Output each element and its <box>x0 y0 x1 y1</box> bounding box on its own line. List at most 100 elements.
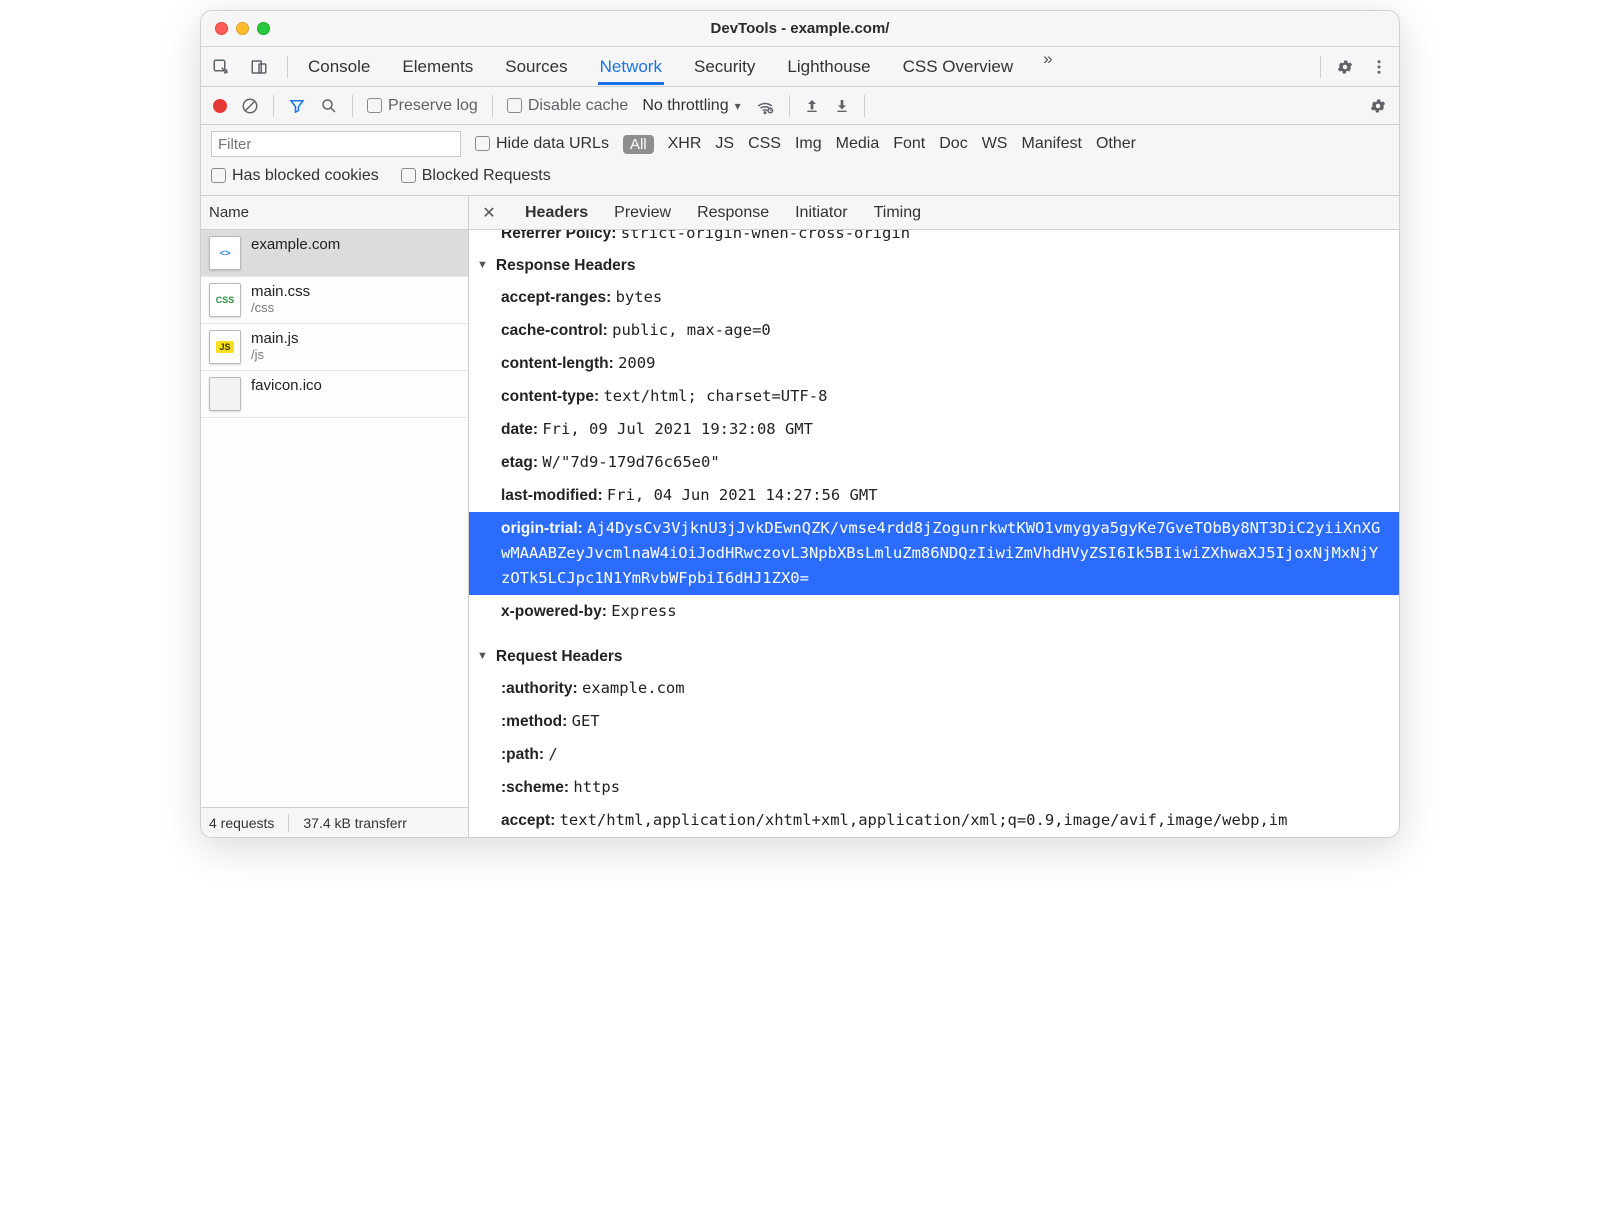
more-tabs-icon[interactable]: » <box>1043 49 1052 85</box>
filter-type-all[interactable]: All <box>623 135 654 154</box>
header-row[interactable]: content-type: text/html; charset=UTF-8 <box>469 380 1399 413</box>
header-row[interactable]: accept: text/html,application/xhtml+xml,… <box>469 804 1399 837</box>
blocked-requests-checkbox[interactable]: Blocked Requests <box>401 167 551 185</box>
script-icon: JS <box>209 330 241 364</box>
download-har-icon[interactable] <box>834 98 850 114</box>
filter-type-css[interactable]: CSS <box>748 135 781 153</box>
request-row[interactable]: CSS main.css /css <box>201 277 468 324</box>
separator <box>789 95 790 117</box>
filter-type-xhr[interactable]: XHR <box>668 135 702 153</box>
filter-type-ws[interactable]: WS <box>982 135 1008 153</box>
filter-type-doc[interactable]: Doc <box>939 135 967 153</box>
panel-tabs: Console Elements Sources Network Securit… <box>306 49 1053 85</box>
request-list-pane: Name <> example.com CSS main.css /css JS <box>201 196 469 837</box>
separator <box>492 95 493 117</box>
filter-type-other[interactable]: Other <box>1096 135 1136 153</box>
device-toggle-icon[interactable] <box>249 57 269 77</box>
request-list: <> example.com CSS main.css /css JS main… <box>201 230 468 807</box>
tab-elements[interactable]: Elements <box>400 49 475 85</box>
detail-tab-initiator[interactable]: Initiator <box>795 198 847 228</box>
clear-icon[interactable] <box>241 97 259 115</box>
has-blocked-cookies-checkbox[interactable]: Has blocked cookies <box>211 167 379 185</box>
tab-lighthouse[interactable]: Lighthouse <box>785 49 872 85</box>
window-title: DevTools - example.com/ <box>201 20 1399 37</box>
filter-type-media[interactable]: Media <box>836 135 880 153</box>
record-button[interactable] <box>213 99 227 113</box>
response-headers-label: Response Headers <box>496 257 636 275</box>
tab-sources[interactable]: Sources <box>503 49 569 85</box>
separator <box>864 95 865 117</box>
request-name: main.css <box>251 283 310 300</box>
detail-tab-headers[interactable]: Headers <box>525 198 588 228</box>
stylesheet-icon: CSS <box>209 283 241 317</box>
network-toolbar: Preserve log Disable cache No throttling <box>201 87 1399 125</box>
search-icon[interactable] <box>320 97 338 115</box>
separator <box>1320 56 1321 78</box>
request-name: favicon.ico <box>251 377 322 394</box>
hide-data-urls-checkbox[interactable]: Hide data URLs <box>475 135 609 153</box>
request-name: example.com <box>251 236 340 253</box>
kebab-menu-icon[interactable] <box>1369 57 1389 77</box>
has-blocked-cookies-label: Has blocked cookies <box>232 167 379 184</box>
inspect-icon[interactable] <box>211 57 231 77</box>
status-requests: 4 requests <box>209 815 274 831</box>
header-row[interactable]: :method: GET <box>469 705 1399 738</box>
request-row[interactable]: favicon.ico <box>201 371 468 418</box>
tab-network[interactable]: Network <box>598 49 664 85</box>
blocked-requests-label: Blocked Requests <box>422 167 551 184</box>
separator <box>288 814 289 832</box>
header-row[interactable]: x-powered-by: Express <box>469 595 1399 628</box>
request-headers-label: Request Headers <box>496 648 623 666</box>
tab-console[interactable]: Console <box>306 49 372 85</box>
throttling-value: No throttling <box>642 97 728 115</box>
preserve-log-checkbox[interactable]: Preserve log <box>367 97 478 115</box>
file-icon <box>209 377 241 411</box>
disable-cache-checkbox[interactable]: Disable cache <box>507 97 629 115</box>
column-header-name[interactable]: Name <box>201 196 468 230</box>
header-row[interactable]: cache-control: public, max-age=0 <box>469 314 1399 347</box>
titlebar: DevTools - example.com/ <box>201 11 1399 47</box>
response-headers-section[interactable]: Response Headers <box>469 251 1399 281</box>
header-row[interactable]: :scheme: https <box>469 771 1399 804</box>
main-split: Name <> example.com CSS main.css /css JS <box>201 196 1399 837</box>
headers-panel[interactable]: Referrer Policy: strict-origin-when-cros… <box>469 230 1399 837</box>
header-row[interactable]: date: Fri, 09 Jul 2021 19:32:08 GMT <box>469 413 1399 446</box>
upload-har-icon[interactable] <box>804 98 820 114</box>
detail-tabs: ✕ Headers Preview Response Initiator Tim… <box>469 196 1399 230</box>
header-row[interactable]: etag: W/"7d9-179d76c65e0" <box>469 446 1399 479</box>
header-row[interactable]: :path: / <box>469 738 1399 771</box>
network-conditions-icon[interactable] <box>755 97 775 115</box>
tab-css-overview[interactable]: CSS Overview <box>901 49 1016 85</box>
header-row[interactable]: origin-trial: Aj4DysCv3VjknU3jJvkDEwnQZK… <box>469 512 1399 595</box>
filter-type-img[interactable]: Img <box>795 135 822 153</box>
tab-security[interactable]: Security <box>692 49 757 85</box>
detail-pane: ✕ Headers Preview Response Initiator Tim… <box>469 196 1399 837</box>
separator <box>352 95 353 117</box>
header-row[interactable]: accept-ranges: bytes <box>469 281 1399 314</box>
close-detail-icon[interactable]: ✕ <box>479 203 499 223</box>
filter-type-manifest[interactable]: Manifest <box>1021 135 1081 153</box>
request-name: main.js <box>251 330 299 347</box>
disable-cache-label: Disable cache <box>528 97 629 114</box>
filter-icon[interactable] <box>288 97 306 115</box>
detail-tab-timing[interactable]: Timing <box>874 198 921 228</box>
request-row[interactable]: <> example.com <box>201 230 468 277</box>
gear-icon[interactable] <box>1335 57 1355 77</box>
request-row[interactable]: JS main.js /js <box>201 324 468 371</box>
detail-tab-preview[interactable]: Preview <box>614 198 671 228</box>
throttling-dropdown[interactable]: No throttling <box>642 97 740 115</box>
filter-input[interactable] <box>211 131 461 157</box>
filter-type-font[interactable]: Font <box>893 135 925 153</box>
header-row[interactable]: content-length: 2009 <box>469 347 1399 380</box>
header-row: Referrer Policy: strict-origin-when-cros… <box>469 230 1399 251</box>
filter-bar: Hide data URLs All XHR JS CSS Img Media … <box>201 125 1399 196</box>
request-headers-section[interactable]: Request Headers <box>469 642 1399 672</box>
header-row[interactable]: :authority: example.com <box>469 672 1399 705</box>
filter-type-js[interactable]: JS <box>715 135 734 153</box>
status-transfer: 37.4 kB transferr <box>303 815 407 831</box>
document-icon: <> <box>209 236 241 270</box>
header-row[interactable]: last-modified: Fri, 04 Jun 2021 14:27:56… <box>469 479 1399 512</box>
hide-data-urls-label: Hide data URLs <box>496 135 609 152</box>
detail-tab-response[interactable]: Response <box>697 198 769 228</box>
gear-icon[interactable] <box>1369 97 1387 115</box>
